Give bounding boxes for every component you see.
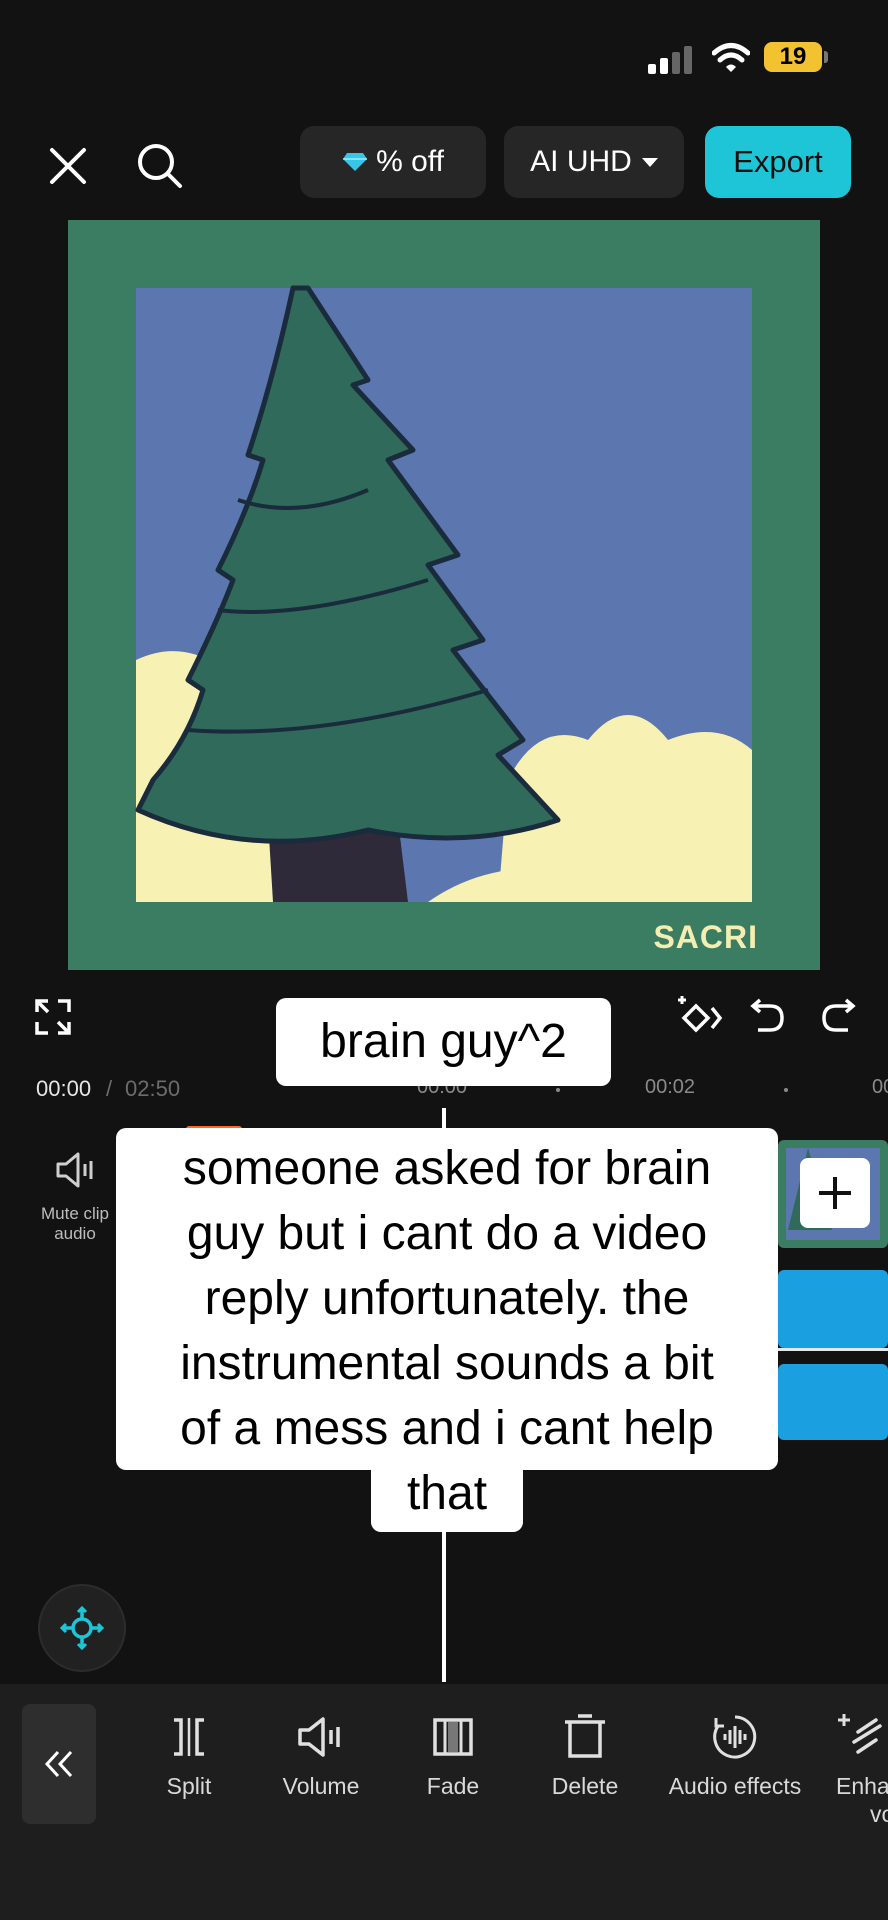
move-icon	[59, 1605, 105, 1651]
delete-button[interactable]: Delete	[542, 1712, 628, 1832]
caret-down-icon	[641, 157, 658, 167]
audio-effects-button[interactable]: Audio effects	[660, 1712, 810, 1832]
enhance-voice-label: Enha voi	[836, 1772, 888, 1828]
quality-label: AI UHD	[530, 145, 632, 178]
volume-label: Volume	[282, 1773, 360, 1799]
caption-line: that	[406, 1467, 488, 1520]
timeline-tick: 00:02	[645, 1076, 696, 1098]
caption-line: guy but i cant do a video	[186, 1207, 708, 1260]
diamond-icon	[343, 153, 368, 171]
split-label: Split	[166, 1773, 212, 1799]
move-tool-button[interactable]	[38, 1584, 126, 1672]
audio-track[interactable]	[778, 1270, 888, 1348]
undo-icon[interactable]	[748, 996, 788, 1036]
caption-title: brain guy^2	[276, 998, 611, 1086]
enhance-voice-button[interactable]: Enha voi	[836, 1712, 888, 1832]
caption-body: someone asked for brain guy but i cant d…	[116, 1136, 778, 1526]
keyframe-icon[interactable]	[676, 994, 724, 1038]
delete-label: Delete	[551, 1773, 619, 1799]
speaker-icon[interactable]	[54, 1150, 98, 1190]
split-icon	[174, 1718, 204, 1756]
audio-effects-icon	[713, 1715, 757, 1759]
timeline-dot	[784, 1088, 788, 1092]
promo-button[interactable]: % off	[300, 126, 486, 198]
caption-line: of a mess and i cant help	[180, 1402, 714, 1455]
total-duration: 02:50	[125, 1076, 181, 1101]
close-button[interactable]	[40, 138, 96, 194]
redo-icon[interactable]	[818, 996, 858, 1036]
fullscreen-icon[interactable]	[34, 998, 72, 1036]
caption-line: someone asked for brain	[182, 1142, 712, 1195]
preview-artwork	[135, 285, 752, 902]
quality-dropdown[interactable]: AI UHD	[504, 126, 684, 198]
volume-icon	[298, 1717, 340, 1757]
status-bar: 19	[0, 0, 888, 110]
mute-label-line1: Mute clip	[40, 1204, 110, 1223]
enhance-label-line1: Enha	[836, 1773, 888, 1799]
split-button[interactable]: Split	[147, 1712, 231, 1832]
caption-line: instrumental sounds a bit	[180, 1337, 714, 1390]
plus-icon	[819, 1177, 851, 1209]
search-icon	[138, 144, 182, 188]
close-icon	[50, 148, 86, 184]
enhance-label-line2: voi	[870, 1801, 888, 1827]
audio-effects-label: Audio effects	[668, 1773, 802, 1799]
battery-level: 19	[779, 43, 807, 70]
delete-icon	[565, 1714, 605, 1758]
timeline-tick: 00	[872, 1076, 888, 1098]
watermark: SACRI	[653, 919, 758, 955]
export-button[interactable]: Export	[705, 126, 851, 198]
caption-line: reply unfortunately. the	[204, 1272, 690, 1325]
track-divider	[778, 1348, 888, 1351]
timeline-dot	[556, 1088, 560, 1092]
fade-icon	[433, 1718, 473, 1756]
wifi-icon	[712, 43, 750, 72]
battery-tip	[824, 51, 828, 63]
promo-label: % off	[376, 145, 444, 178]
search-button[interactable]	[130, 136, 190, 196]
mute-clip-audio-label[interactable]: Mute clip audio	[28, 1204, 122, 1244]
battery-icon: 19	[764, 42, 822, 72]
time-separator: /	[106, 1076, 113, 1101]
mute-label-line2: audio	[54, 1224, 96, 1243]
audio-track[interactable]	[778, 1364, 888, 1440]
enhance-voice-icon	[838, 1714, 882, 1754]
signal-icon	[648, 46, 692, 74]
double-chevron-left-icon	[44, 1750, 73, 1778]
volume-button[interactable]: Volume	[270, 1712, 372, 1832]
export-label: Export	[733, 144, 823, 179]
fade-button[interactable]: Fade	[412, 1712, 494, 1832]
fade-label: Fade	[426, 1773, 480, 1799]
back-button[interactable]	[22, 1704, 96, 1824]
video-preview[interactable]: SACRI	[68, 220, 820, 970]
add-clip-button[interactable]	[800, 1158, 870, 1228]
current-time: 00:00	[36, 1076, 92, 1101]
